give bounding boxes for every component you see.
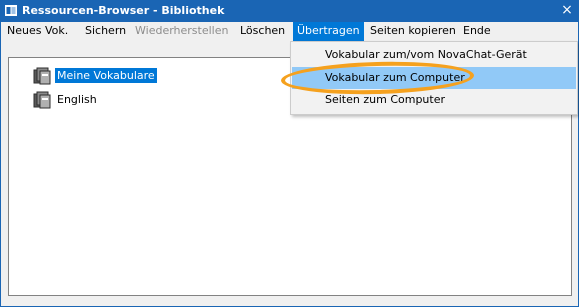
menu-neues-vok[interactable]: Neues Vok.	[3, 22, 72, 41]
tree-item-label: Meine Vokabulare	[55, 68, 157, 83]
menu-ende[interactable]: Ende	[459, 22, 495, 41]
close-button[interactable]: ×	[555, 0, 579, 22]
menu-sichern[interactable]: Sichern	[81, 22, 130, 41]
app-window-icon	[5, 5, 17, 16]
title-bar: Ressourcen-Browser - Bibliothek ×	[0, 0, 579, 22]
tree-item-label: English	[57, 93, 97, 106]
menu-seiten-kopieren[interactable]: Seiten kopieren	[366, 22, 460, 41]
menu-uebertragen[interactable]: Übertragen	[293, 22, 364, 41]
window-border	[0, 22, 1, 307]
menu-loeschen[interactable]: Löschen	[236, 22, 289, 41]
book-stack-icon	[33, 67, 51, 85]
menu-wiederherstellen: Wiederherstellen	[135, 24, 229, 37]
window-title: Ressourcen-Browser - Bibliothek	[22, 4, 225, 17]
book-stack-icon	[33, 91, 51, 109]
menu-bar: Neues Vok. Sichern Wiederherstellen Lösc…	[1, 22, 578, 41]
